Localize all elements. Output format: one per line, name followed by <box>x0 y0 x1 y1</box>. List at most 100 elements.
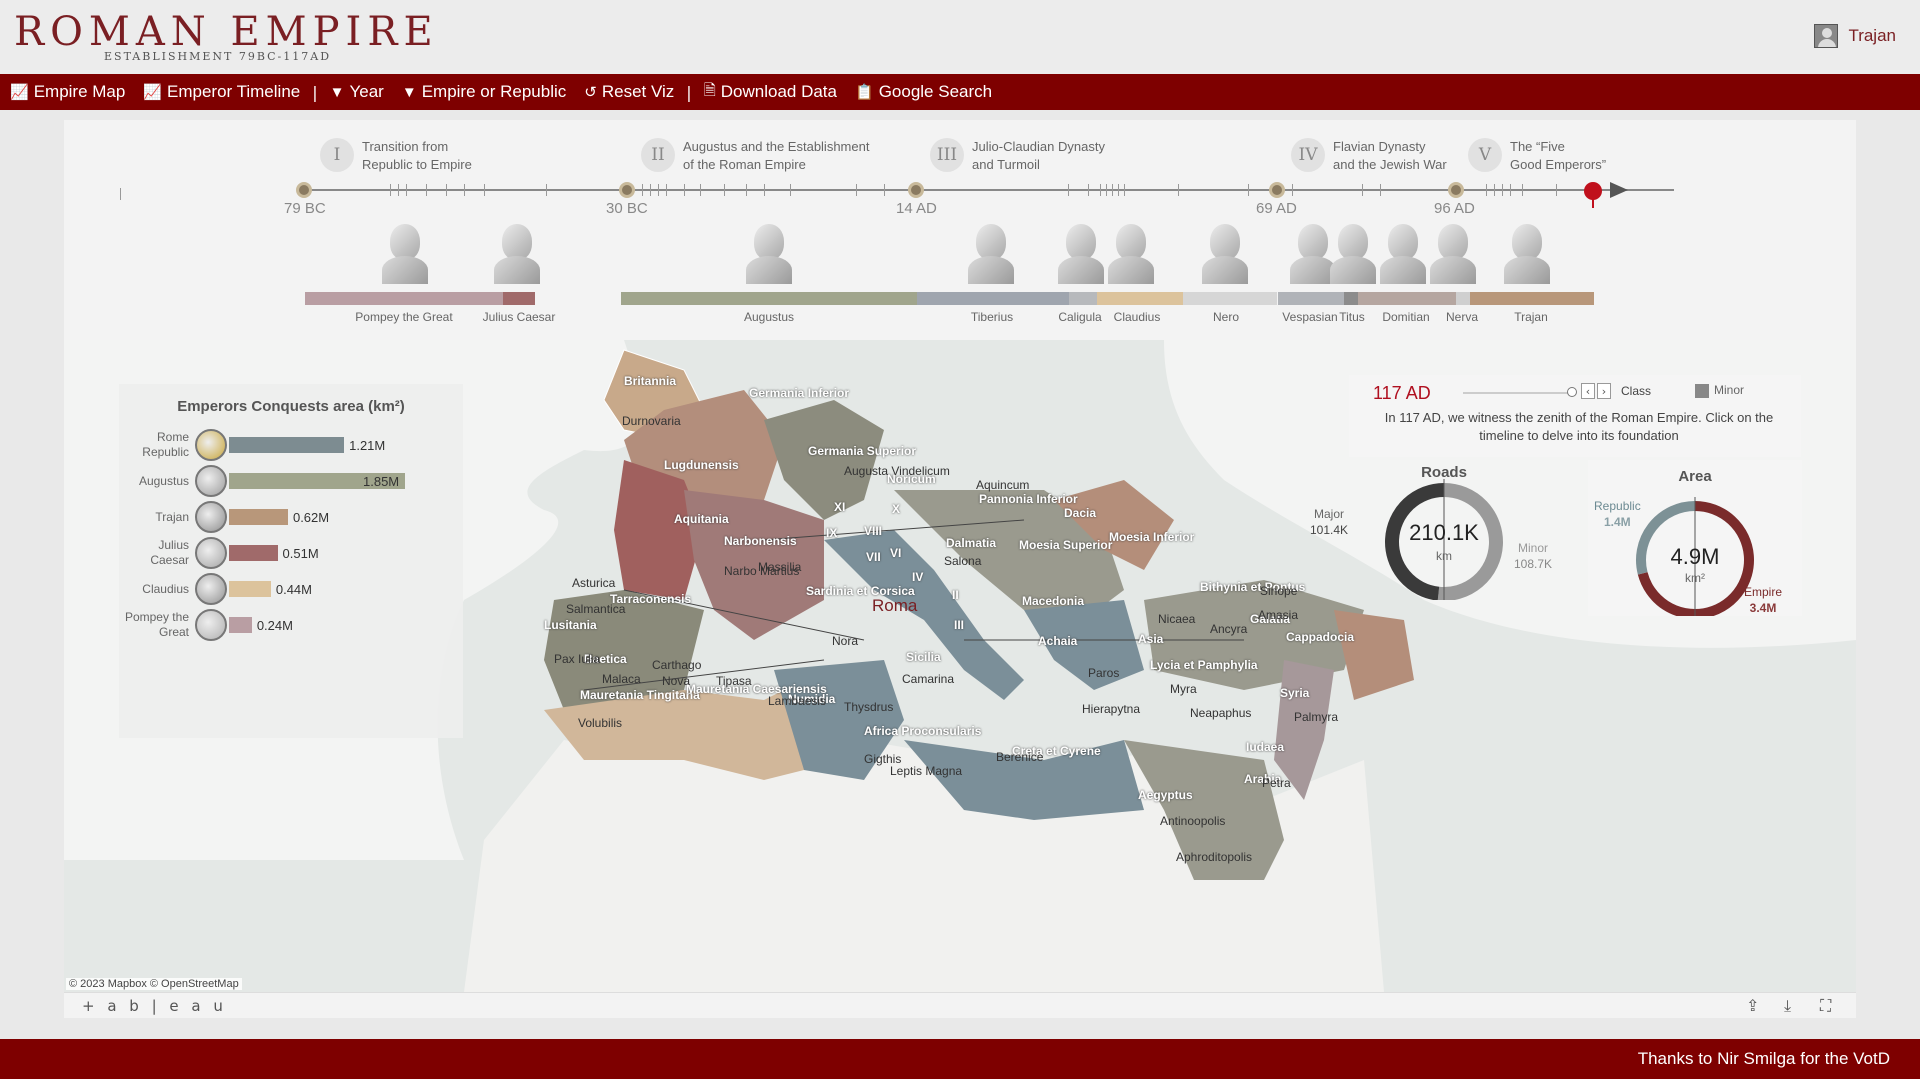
city-label[interactable]: Amasia <box>1258 608 1298 622</box>
city-label[interactable]: Carthago <box>652 658 701 672</box>
milestone-14ad[interactable] <box>908 182 924 198</box>
region-label[interactable]: II <box>952 588 959 602</box>
province-label[interactable]: Iudaea <box>1246 740 1284 754</box>
city-label[interactable]: Berenice <box>996 750 1043 764</box>
era-2[interactable]: II Augustus and the Establishment of the … <box>641 138 869 174</box>
bust-nerva-icon[interactable] <box>1430 224 1476 284</box>
province-label[interactable]: Narbonensis <box>724 534 797 548</box>
emperor-name[interactable]: Vespasian <box>1282 310 1337 324</box>
region-label[interactable]: XI <box>834 500 845 514</box>
province-label[interactable]: Sicilia <box>906 650 941 664</box>
timeline-tick[interactable] <box>398 184 399 196</box>
empire-map-button[interactable]: 📈 Empire Map <box>10 82 125 102</box>
milestone-79bc[interactable] <box>296 182 312 198</box>
city-label[interactable]: Leptis Magna <box>890 764 962 778</box>
conquest-bar[interactable] <box>229 581 271 597</box>
city-label[interactable]: Lambaesis <box>768 694 826 708</box>
emperor-name[interactable]: Julius Caesar <box>483 310 556 324</box>
user-menu[interactable]: Trajan <box>1814 24 1896 48</box>
google-search-button[interactable]: 📋 Google Search <box>855 82 992 102</box>
next-year-button[interactable]: › <box>1597 383 1611 399</box>
reign-bar-claudius[interactable] <box>1097 292 1183 305</box>
map-attribution[interactable]: © 2023 Mapbox © OpenStreetMap <box>66 978 242 990</box>
timeline-tick[interactable] <box>1100 184 1101 196</box>
province-label[interactable]: Aquitania <box>674 512 729 526</box>
share-icon[interactable]: ⇪ <box>1746 996 1759 1015</box>
province-label[interactable]: Mauretania Tingitana <box>580 688 700 702</box>
timeline-tick[interactable] <box>406 184 407 196</box>
city-label[interactable]: Narbo Martius <box>724 564 799 578</box>
timeline-tick[interactable] <box>1522 184 1523 196</box>
era-5[interactable]: V The “Five Good Emperors” <box>1468 138 1606 174</box>
city-label[interactable]: Salmantica <box>566 602 625 616</box>
legend-minor-label[interactable]: Minor <box>1714 383 1744 397</box>
year-slider-track[interactable] <box>1463 392 1569 394</box>
capital-label[interactable]: Roma <box>872 596 917 616</box>
timeline-tick[interactable] <box>1380 184 1381 196</box>
city-label[interactable]: Sinope <box>1260 584 1297 598</box>
timeline-tick[interactable] <box>684 184 685 196</box>
emperor-name[interactable]: Domitian <box>1382 310 1429 324</box>
region-label[interactable]: X <box>892 502 900 516</box>
conquest-row[interactable]: Pompey the Great 0.24M <box>119 608 293 642</box>
timeline-tick[interactable] <box>1292 184 1293 196</box>
province-label[interactable]: Moesia Inferior <box>1109 530 1194 544</box>
timeline-tick[interactable] <box>650 184 651 196</box>
city-label[interactable]: Augusta Vindelicum <box>844 464 950 478</box>
reign-bar-titus[interactable] <box>1344 292 1358 305</box>
province-label[interactable]: Germania Inferior <box>749 386 849 400</box>
tableau-logo[interactable]: + a b | e a u <box>82 997 227 1015</box>
region-label[interactable]: III <box>954 618 964 632</box>
reset-viz-button[interactable]: ↺ Reset Viz <box>584 82 674 102</box>
milestone-69ad[interactable] <box>1269 182 1285 198</box>
emperor-name[interactable]: Nerva <box>1446 310 1478 324</box>
province-label[interactable]: Macedonia <box>1022 594 1084 608</box>
era-1[interactable]: I Transition from Republic to Empire <box>320 138 472 174</box>
city-label[interactable]: Nicaea <box>1158 612 1195 626</box>
emperor-name[interactable]: Pompey the Great <box>355 310 452 324</box>
timeline-tick[interactable] <box>1088 184 1089 196</box>
emperor-name[interactable]: Caligula <box>1058 310 1101 324</box>
city-label[interactable]: Myra <box>1170 682 1197 696</box>
timeline-tick[interactable] <box>1510 184 1511 196</box>
conquest-bar[interactable] <box>229 437 345 453</box>
year-filter-button[interactable]: ▼ Year <box>330 82 384 102</box>
city-label[interactable]: Malaca <box>602 672 641 686</box>
conquest-row[interactable]: Claudius 0.44M <box>119 572 312 606</box>
timeline-tick[interactable] <box>884 184 885 196</box>
region-label[interactable]: VIII <box>864 524 882 538</box>
city-label[interactable]: Asturica <box>572 576 615 590</box>
city-label[interactable]: Thysdrus <box>844 700 893 714</box>
timeline-tick[interactable] <box>1556 184 1557 196</box>
conquest-row[interactable]: Augustus 1.85M <box>119 464 405 498</box>
bust-augustus-icon[interactable] <box>746 224 792 284</box>
province-label[interactable]: Aegyptus <box>1138 788 1193 802</box>
bust-caligula-icon[interactable] <box>1058 224 1104 284</box>
timeline-tick[interactable] <box>446 184 447 196</box>
province-label[interactable]: Cappadocia <box>1286 630 1354 644</box>
timeline-tick[interactable] <box>666 184 667 196</box>
fullscreen-icon[interactable]: ⛶ <box>1820 996 1831 1016</box>
timeline-tick[interactable] <box>464 184 465 196</box>
timeline-tick[interactable] <box>1118 184 1119 196</box>
conquest-row[interactable]: Julius Caesar 0.51M <box>119 536 319 570</box>
timeline-tick[interactable] <box>700 184 701 196</box>
conquest-row[interactable]: Rome Republic 1.21M <box>119 428 385 462</box>
reign-bar-nerva[interactable] <box>1456 292 1470 305</box>
province-label[interactable]: Britannia <box>624 374 676 388</box>
year-slider-handle[interactable] <box>1567 387 1577 397</box>
conquest-bar[interactable] <box>229 509 288 525</box>
city-label[interactable]: Neapaphus <box>1190 706 1251 720</box>
city-label[interactable]: Paros <box>1088 666 1119 680</box>
province-label[interactable]: Lycia et Pamphylia <box>1150 658 1258 672</box>
bust-pompey-icon[interactable] <box>382 224 428 284</box>
timeline-tick[interactable] <box>1248 184 1249 196</box>
download-icon[interactable]: ⤓ <box>1784 996 1791 1016</box>
download-data-button[interactable]: 🗎 Download Data <box>704 80 837 105</box>
city-label[interactable]: Nora <box>832 634 858 648</box>
timeline-tick[interactable] <box>1494 184 1495 196</box>
city-label[interactable]: Antinoopolis <box>1160 814 1225 828</box>
province-label[interactable]: Africa Proconsularis <box>864 724 981 738</box>
milestone-96ad[interactable] <box>1448 182 1464 198</box>
city-label[interactable]: Petra <box>1262 776 1291 790</box>
